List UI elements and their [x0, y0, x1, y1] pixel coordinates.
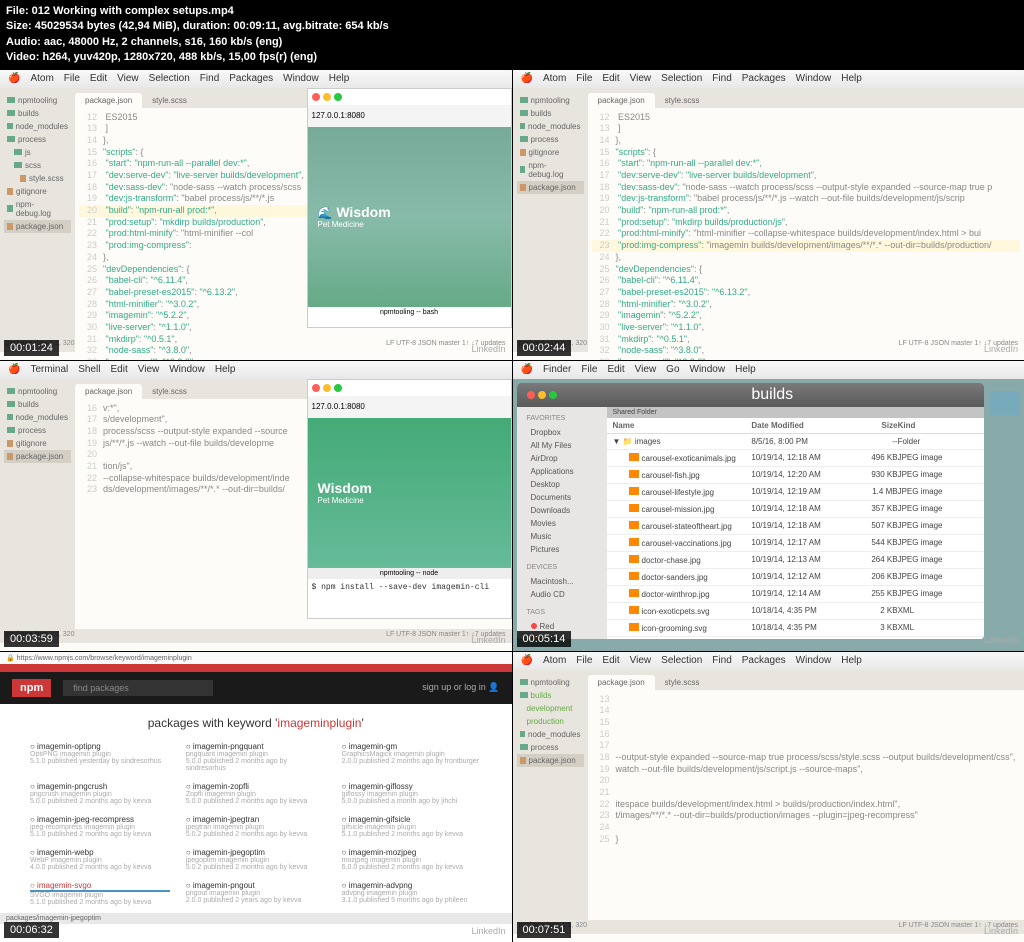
finder-toolbar[interactable]: builds: [517, 383, 985, 407]
npm-package[interactable]: ○ imagemin-mozjpegmozjpeg imagemin plugi…: [342, 848, 482, 871]
wisdom-logo: 🌊 WisdomPet Medicine: [318, 204, 391, 229]
signup-link[interactable]: sign up or log in 👤: [422, 682, 499, 693]
npm-package[interactable]: ○ imagemin-gmGraphicsMagick imagemin plu…: [342, 742, 482, 772]
npm-package[interactable]: ○ imagemin-gifsiclegifsicle imagemin plu…: [342, 815, 482, 838]
npm-package[interactable]: ○ imagemin-zopfliZopfli imagemin plugin5…: [186, 782, 326, 805]
npm-package[interactable]: ○ imagemin-advpngadvpng imagemin plugin3…: [342, 881, 482, 906]
audio-line: Audio: aac, 48000 Hz, 2 channels, s16, 1…: [6, 35, 1018, 50]
linkedin-watermark: LinkedIn: [471, 344, 505, 354]
npm-package[interactable]: ○ imagemin-jpeg-recompressjpeg-recompres…: [30, 815, 170, 838]
tab-package-json[interactable]: package.json: [75, 93, 142, 108]
atom-menubar[interactable]: 🍎AtomFileEditViewSelectionFindPackagesWi…: [513, 70, 1024, 88]
npm-package[interactable]: ○ imagemin-pngoutpngout imagemin plugin2…: [186, 881, 326, 906]
npm-package[interactable]: ○ imagemin-optipngOptiPNG imagemin plugi…: [30, 742, 170, 772]
terminal-menubar[interactable]: 🍎TerminalShellEditViewWindowHelp: [0, 361, 512, 379]
code-editor[interactable]: 131415161718--output-style expanded --so…: [588, 690, 1024, 850]
npm-logo[interactable]: npm: [12, 679, 51, 697]
npm-page-title: packages with keyword 'imageminplugin': [30, 716, 482, 730]
desktop-folder-icon[interactable]: [990, 391, 1020, 415]
folder-icon: [7, 97, 15, 103]
npm-package[interactable]: ○ imagemin-jpegoptimjpegoptim imagemin p…: [186, 848, 326, 871]
search-input[interactable]: find packages: [63, 680, 213, 696]
finder-sidebar[interactable]: FAVORITES DropboxAll My FilesAirDropAppl…: [517, 407, 607, 639]
npm-package[interactable]: ○ imagemin-webpWebP imagemin plugin4.0.0…: [30, 848, 170, 871]
code-editor[interactable]: 12 ES201513 ]14},15"scripts": {16 "start…: [588, 108, 1024, 360]
hero-image: 🌊 WisdomPet Medicine: [308, 127, 511, 307]
finder-file-list[interactable]: Shared Folder NameDate ModifiedSizeKind …: [607, 407, 985, 639]
finder-menubar[interactable]: 🍎FinderFileEditViewGoWindowHelp: [513, 361, 1024, 379]
browser-window[interactable]: 127.0.0.1:8080 WisdomPet Medicine npmtoo…: [307, 379, 512, 619]
atom-sidebar[interactable]: npmtooling builds node_modules process g…: [513, 88, 588, 338]
file-line: File: 012 Working with complex setups.mp…: [6, 4, 1018, 19]
file-info-header: File: 012 Working with complex setups.mp…: [0, 0, 1024, 70]
terminal-command[interactable]: $ npm install --save-dev imagemin-cli: [308, 579, 511, 596]
npm-package[interactable]: ○ imagemin-giflossygiflossy imagemin plu…: [342, 782, 482, 805]
npm-package[interactable]: ○ imagemin-pngquantpngquant imagemin plu…: [186, 742, 326, 772]
npm-package[interactable]: ○ imagemin-jpegtranjpegtran imagemin plu…: [186, 815, 326, 838]
atom-menubar[interactable]: 🍎AtomFileEditViewSelectionFindPackagesWi…: [0, 70, 512, 88]
sidebar-project[interactable]: npmtooling: [4, 94, 71, 107]
npm-package[interactable]: ○ imagemin-pngcrushpngcrush imagemin plu…: [30, 782, 170, 805]
timestamp: 00:01:24: [4, 340, 59, 356]
browser-window[interactable]: 127.0.0.1:8080 🌊 WisdomPet Medicine npmt…: [307, 88, 512, 328]
url-bar[interactable]: 127.0.0.1:8080: [312, 111, 365, 120]
size-line: Size: 45029534 bytes (42,94 MiB), durati…: [6, 19, 1018, 34]
npm-package[interactable]: ○ imagemin-svgoSVGO imagemin plugin5.1.0…: [30, 881, 170, 906]
video-line: Video: h264, yuv420p, 1280x720, 488 kb/s…: [6, 50, 1018, 65]
atom-sidebar[interactable]: npmtooling builds node_modules process j…: [0, 88, 75, 338]
npm-page[interactable]: 🔒 https://www.npmjs.com/browse/keyword/i…: [0, 652, 512, 942]
atom-menubar[interactable]: 🍎AtomFileEditViewSelectionFindPackagesWi…: [513, 652, 1024, 670]
